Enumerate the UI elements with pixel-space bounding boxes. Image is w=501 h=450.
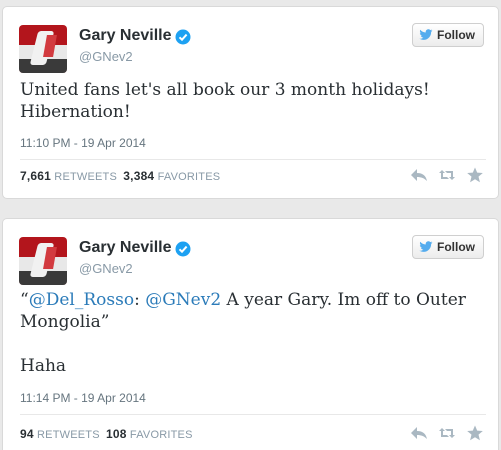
twitter-bird-icon — [419, 241, 433, 252]
tweet-stats: 7,661 RETWEETS 3,384 FAVORITES — [20, 169, 220, 183]
reply-icon[interactable] — [410, 167, 428, 183]
favorite-count[interactable]: 3,384 — [123, 169, 154, 183]
tweet-actions — [410, 425, 484, 441]
divider — [20, 414, 486, 415]
tweet-text-line: Haha — [20, 356, 67, 376]
mention-link[interactable]: @GNev2 — [145, 290, 221, 310]
tweet-text-line: “@Del_Rosso: @GNev2 A year Gary. Im off … — [20, 289, 480, 311]
tweet-text: “@Del_Rosso: @GNev2 A year Gary. Im off … — [20, 289, 480, 377]
user-handle[interactable]: @GNev2 — [79, 261, 133, 276]
follow-button[interactable]: Follow — [412, 23, 484, 47]
retweet-icon[interactable] — [438, 167, 456, 183]
star-icon[interactable] — [466, 425, 484, 441]
user-name[interactable]: Gary Neville — [79, 27, 172, 45]
tweet-card: Gary Neville @GNev2 Follow “@Del_Rosso: … — [2, 218, 499, 450]
tweet-timestamp[interactable]: 11:14 PM - 19 Apr 2014 — [20, 391, 146, 405]
favorite-count[interactable]: 108 — [106, 427, 127, 441]
user-handle[interactable]: @GNev2 — [79, 49, 133, 64]
favorite-label[interactable]: FAVORITES — [130, 429, 193, 441]
follow-label: Follow — [437, 240, 475, 254]
quote-mark: “ — [20, 290, 29, 310]
tweet-text-fragment: : — [134, 290, 146, 310]
follow-button[interactable]: Follow — [412, 235, 484, 259]
user-name[interactable]: Gary Neville — [79, 239, 172, 257]
retweet-count[interactable]: 7,661 — [20, 169, 51, 183]
favorite-label[interactable]: FAVORITES — [158, 171, 221, 183]
tweet-text: United fans let's all book our 3 month h… — [20, 79, 480, 123]
tweet-timestamp[interactable]: 11:10 PM - 19 Apr 2014 — [20, 136, 146, 150]
retweet-count[interactable]: 94 — [20, 427, 34, 441]
tweet-text-fragment: A year Gary. Im off to Outer — [221, 290, 466, 310]
tweet-text-line: Hibernation! — [20, 102, 131, 122]
reply-icon[interactable] — [410, 425, 428, 441]
verified-badge-icon — [175, 241, 191, 257]
tweet-text-line: Mongolia” — [20, 312, 110, 332]
retweet-label[interactable]: RETWEETS — [37, 429, 100, 441]
tweet-stats: 94 RETWEETS 108 FAVORITES — [20, 427, 193, 441]
avatar[interactable] — [19, 25, 67, 73]
follow-label: Follow — [437, 28, 475, 42]
retweet-icon[interactable] — [438, 425, 456, 441]
retweet-label[interactable]: RETWEETS — [54, 171, 117, 183]
tweet-text-line: United fans let's all book our 3 month h… — [20, 80, 430, 100]
divider — [20, 159, 486, 160]
tweet-actions — [410, 167, 484, 183]
star-icon[interactable] — [466, 167, 484, 183]
avatar[interactable] — [19, 237, 67, 285]
verified-badge-icon — [175, 29, 191, 45]
tweet-card: Gary Neville @GNev2 Follow United fans l… — [2, 6, 499, 199]
twitter-bird-icon — [419, 29, 433, 40]
mention-link[interactable]: @Del_Rosso — [29, 290, 134, 310]
